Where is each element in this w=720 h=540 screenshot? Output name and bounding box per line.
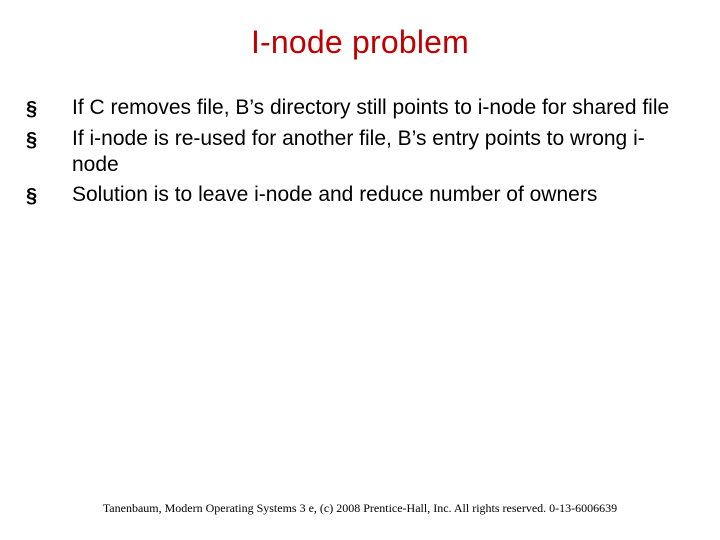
footer-citation: Tanenbaum, Modern Operating Systems 3 e,… <box>0 501 720 516</box>
bullet-icon: § <box>26 95 72 122</box>
bullet-list: § If C removes file, B’s directory still… <box>0 95 720 209</box>
slide: I-node problem § If C removes file, B’s … <box>0 0 720 540</box>
bullet-text: Solution is to leave i-node and reduce n… <box>72 182 680 208</box>
bullet-text: If C removes file, B’s directory still p… <box>72 95 680 121</box>
list-item: § If i-node is re-used for another file,… <box>26 126 680 178</box>
bullet-icon: § <box>26 126 72 153</box>
bullet-icon: § <box>26 182 72 209</box>
page-title: I-node problem <box>0 24 720 61</box>
list-item: § If C removes file, B’s directory still… <box>26 95 680 122</box>
bullet-text: If i-node is re-used for another file, B… <box>72 126 680 178</box>
list-item: § Solution is to leave i-node and reduce… <box>26 182 680 209</box>
